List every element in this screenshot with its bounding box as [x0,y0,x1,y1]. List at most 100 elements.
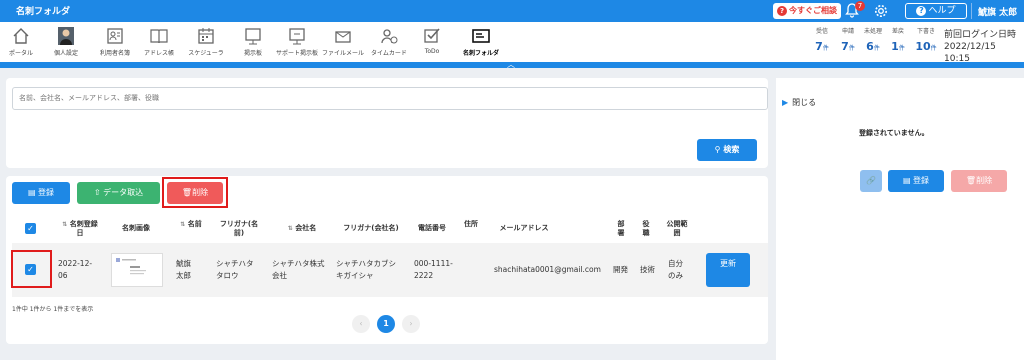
nav-label: アドレス帳 [143,50,174,57]
stat-returned[interactable]: 差戻 1件 [886,26,910,54]
top-bar: 名刺フォルダ ? 今すぐご相談 7 ? ヘルプ 鯱旗 太郎 [0,0,1024,22]
nav-label: 個人設定 [53,50,78,57]
last-login: 前回ログイン日時 2022/12/15 10:15 [944,29,1024,65]
prev-page-button[interactable]: ‹ [352,315,370,333]
search-input[interactable] [12,87,768,110]
side-register-button[interactable]: ▤ 登録 [888,170,944,192]
register-label: 登録 [38,188,55,197]
side-panel [776,78,1024,360]
nav-label: ToDo [424,48,440,55]
empty-message: 登録されていません。 [859,129,929,137]
gear-icon [875,5,887,17]
register-button[interactable]: ▤ 登録 [12,182,70,204]
help-label: ヘルプ [928,6,956,16]
nav-item-address-book[interactable]: アドレス帳 [141,22,177,62]
chevron-left-icon: ‹ [359,319,363,328]
business-card-image [116,258,146,275]
col-email: メールアドレス [499,224,549,232]
col-name[interactable]: ⇅ 名前 [176,220,206,229]
cell-position: 技術 [640,265,655,274]
col-phone: 電話番号 [418,224,446,232]
search-button[interactable]: ⚲ 検索 [697,139,757,161]
close-panel-button[interactable]: ▶ 閉じる [782,97,816,108]
cell-scope: 自分のみ [668,259,683,280]
nav-label: ポータル [8,50,33,57]
file-mail-icon [335,31,351,43]
import-data-button[interactable]: ⇧ データ取込 [77,182,160,204]
nav-item-user-list[interactable]: 利用者名簿 [95,22,135,62]
question-icon: ? [777,6,787,16]
col-date[interactable]: ⇅ 名刺登録日 [60,220,100,238]
avatar-icon [58,27,74,45]
todo-icon [424,28,440,43]
nav-label: スケジューラ [188,50,224,57]
cell-email: shachihata0001@gmail.com [494,265,601,274]
page-button-current[interactable]: 1 [377,315,395,333]
cell-name: 鯱旗太郎 [176,259,191,280]
nav-item-support-board[interactable]: サポート掲示板 [275,22,319,62]
notification-badge: 7 [855,1,865,11]
stat-received[interactable]: 受信 7件 [810,26,834,54]
nav-item-profile[interactable]: 個人設定 [50,22,82,62]
nav-label: ファイルメール [322,50,365,57]
timecard-icon [381,29,398,44]
col-company-furigana: フリガナ(会社名) [343,224,399,232]
card-thumbnail[interactable] [111,253,163,287]
close-label: 閉じる [792,98,817,107]
cell-company: シャチハタ株式会社 [272,259,325,280]
app-title: 名刺フォルダ [16,7,71,17]
nav-label: タイムカード [371,50,407,57]
nav-item-scheduler[interactable]: スケジューラ [186,22,226,62]
nav-item-timecard[interactable]: タイムカード [370,22,408,62]
consult-button[interactable]: ? 今すぐご相談 [773,3,841,19]
col-company[interactable]: ⇅ 会社名 [272,224,332,233]
cell-date: 2022-12-06 [58,259,93,280]
next-page-button[interactable]: › [402,315,420,333]
user-name[interactable]: 鯱旗 太郎 [978,5,1017,18]
col-furigana: フリガナ(名前) [219,220,259,237]
search-label: 検索 [723,145,740,154]
side-delete-button[interactable]: 🗑削除 [951,170,1007,192]
sort-icon: ⇅ [287,225,293,232]
cell-phone: 000-1111-2222 [414,259,453,280]
consult-label: 今すぐご相談 [789,6,837,15]
update-button[interactable]: 更新 [706,253,750,287]
notification-button[interactable]: 7 [844,1,865,20]
stat-applied[interactable]: 申請 7件 [836,26,860,54]
col-department: 部署 [617,220,625,237]
nav-label: サポート掲示板 [275,50,318,57]
caret-right-icon: ▶ [782,98,789,107]
nav-item-portal[interactable]: ポータル [6,22,36,62]
home-icon [13,28,29,44]
nav-label: 掲示板 [243,50,262,57]
trash-icon: 🗑 [965,176,977,185]
card-folder-icon [472,29,490,43]
support-board-icon [289,28,305,45]
settings-button[interactable] [873,3,889,19]
col-scope: 公開範囲 [666,220,688,237]
chevron-up-icon[interactable]: ︿ [507,61,515,69]
nav-item-todo[interactable]: ToDo [420,22,444,62]
nav-item-card-folder[interactable]: 名刺フォルダ [460,22,502,62]
help-button[interactable]: ? ヘルプ [905,3,967,19]
nav-item-board[interactable]: 掲示板 [238,22,268,62]
import-label: データ取込 [103,188,144,197]
select-all-checkbox[interactable]: ✓ [25,223,36,234]
cell-furigana: シャチハタタロウ [216,259,254,280]
board-icon [245,28,261,45]
page-info: 1件中 1件から 1件までを表示 [12,306,94,313]
highlight-row-checkbox [11,250,52,288]
link-button[interactable]: 🔗 [860,170,882,192]
id-card-icon: ▤ [902,176,911,185]
divider [971,3,972,19]
address-book-icon [150,29,168,44]
link-icon: 🔗 [866,176,876,185]
help-icon: ? [916,6,927,16]
stat-drafts[interactable]: 下書き 10件 [912,26,940,54]
col-address: 住所 [464,220,478,228]
stat-unprocessed[interactable]: 未処理 6件 [861,26,885,54]
chevron-right-icon: › [409,319,413,328]
main-nav: ポータル 個人設定 利用者名簿 アドレス帳 スケジューラ 掲示板 サポート掲示板… [0,22,1024,65]
sort-icon: ⇅ [180,221,186,228]
nav-item-file-mail[interactable]: ファイルメール [322,22,364,62]
